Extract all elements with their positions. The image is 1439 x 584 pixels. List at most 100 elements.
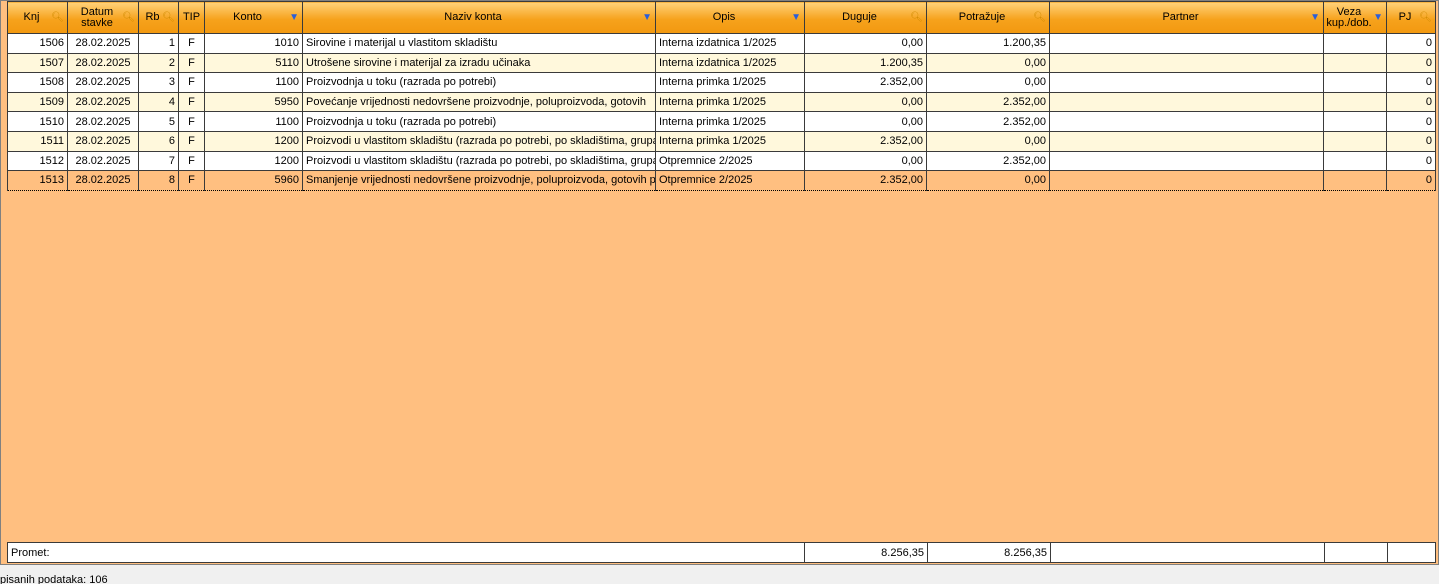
filter-icon[interactable]: ▼ <box>642 12 652 23</box>
cell-partner[interactable] <box>1049 150 1324 172</box>
cell-datum[interactable]: 28.02.2025 <box>67 130 139 152</box>
cell-tip[interactable]: F <box>178 91 205 113</box>
cell-konto[interactable]: 1100 <box>204 72 303 93</box>
cell-opis[interactable]: Interna primka 1/2025 <box>655 130 805 152</box>
cell-knj[interactable]: 1508 <box>7 72 68 93</box>
cell-duguje[interactable]: 2.352,00 <box>804 72 927 93</box>
cell-rb[interactable]: 5 <box>138 111 179 132</box>
table-row[interactable]: 1513 28.02.2025 8 F 5960 Smanjenje vrijednost… <box>7 170 1436 191</box>
cell-tip[interactable]: F <box>178 33 205 54</box>
cell-veza[interactable] <box>1323 111 1387 132</box>
cell-konto[interactable]: 1100 <box>204 111 303 132</box>
cell-potrazuje[interactable]: 0,00 <box>926 72 1050 93</box>
table-row[interactable]: 1510 28.02.2025 5 F 1100 Proizvodnja u toku (… <box>7 111 1436 132</box>
cell-datum[interactable]: 28.02.2025 <box>67 72 139 93</box>
cell-datum[interactable]: 28.02.2025 <box>67 33 139 54</box>
table-row[interactable]: 1506 28.02.2025 1 F 1010 Sirovine i materijal… <box>7 33 1436 54</box>
cell-partner[interactable] <box>1049 91 1324 113</box>
cell-naziv[interactable]: Proizvodnja u toku (razrada po potrebi) <box>302 111 656 132</box>
cell-potrazuje[interactable]: 0,00 <box>926 170 1050 191</box>
cell-pj[interactable]: 0 <box>1386 150 1436 172</box>
cell-veza[interactable] <box>1323 33 1387 54</box>
cell-knj[interactable]: 1512 <box>7 150 68 172</box>
filter-icon[interactable]: ▼ <box>1310 12 1320 23</box>
table-row[interactable]: 1509 28.02.2025 4 F 5950 Povećanje vrijednost… <box>7 91 1436 113</box>
cell-potrazuje[interactable]: 2.352,00 <box>926 91 1050 113</box>
cell-opis[interactable]: Interna izdatnica 1/2025 <box>655 52 805 74</box>
cell-knj[interactable]: 1506 <box>7 33 68 54</box>
cell-konto[interactable]: 5950 <box>204 91 303 113</box>
cell-naziv[interactable]: Proizvodi u vlastitom skladištu (razrada… <box>302 130 656 152</box>
cell-rb[interactable]: 1 <box>138 33 179 54</box>
col-header-naziv[interactable]: Naziv konta ▼ <box>302 1 656 34</box>
cell-datum[interactable]: 28.02.2025 <box>67 111 139 132</box>
cell-konto[interactable]: 1010 <box>204 33 303 54</box>
cell-rb[interactable]: 7 <box>138 150 179 172</box>
table-row[interactable]: 1511 28.02.2025 6 F 1200 Proizvodi u vlastito… <box>7 130 1436 152</box>
cell-konto[interactable]: 5960 <box>204 170 303 191</box>
cell-konto[interactable]: 1200 <box>204 130 303 152</box>
key-icon[interactable]: 🔍︎ <box>51 12 64 23</box>
col-header-partner[interactable]: Partner ▼ <box>1049 1 1324 34</box>
cell-rb[interactable]: 8 <box>138 170 179 191</box>
cell-tip[interactable]: F <box>178 111 205 132</box>
cell-tip[interactable]: F <box>178 72 205 93</box>
cell-duguje[interactable]: 0,00 <box>804 150 927 172</box>
cell-datum[interactable]: 28.02.2025 <box>67 170 139 191</box>
filter-icon[interactable]: ▼ <box>1373 12 1383 23</box>
cell-rb[interactable]: 2 <box>138 52 179 74</box>
col-header-tip[interactable]: TIP <box>178 1 205 34</box>
key-icon[interactable]: 🔍︎ <box>162 12 175 23</box>
ledger-grid[interactable]: Knj 🔍︎ Datum stavke 🔍︎ Rb 🔍︎ TIP Konto ▼ Nazi… <box>0 0 1439 565</box>
cell-partner[interactable] <box>1049 170 1324 191</box>
cell-opis[interactable]: Interna izdatnica 1/2025 <box>655 33 805 54</box>
cell-knj[interactable]: 1510 <box>7 111 68 132</box>
col-header-opis[interactable]: Opis ▼ <box>655 1 805 34</box>
cell-datum[interactable]: 28.02.2025 <box>67 150 139 172</box>
cell-potrazuje[interactable]: 2.352,00 <box>926 150 1050 172</box>
col-header-knj[interactable]: Knj 🔍︎ <box>7 1 68 34</box>
cell-konto[interactable]: 5110 <box>204 52 303 74</box>
cell-pj[interactable]: 0 <box>1386 111 1436 132</box>
cell-tip[interactable]: F <box>178 52 205 74</box>
cell-rb[interactable]: 3 <box>138 72 179 93</box>
cell-veza[interactable] <box>1323 150 1387 172</box>
cell-konto[interactable]: 1200 <box>204 150 303 172</box>
cell-opis[interactable]: Interna primka 1/2025 <box>655 91 805 113</box>
cell-knj[interactable]: 1509 <box>7 91 68 113</box>
cell-opis[interactable]: Otpremnice 2/2025 <box>655 150 805 172</box>
cell-rb[interactable]: 6 <box>138 130 179 152</box>
cell-pj[interactable]: 0 <box>1386 72 1436 93</box>
col-header-veza[interactable]: Veza kup./dob. ▼ <box>1323 1 1387 34</box>
cell-partner[interactable] <box>1049 72 1324 93</box>
cell-pj[interactable]: 0 <box>1386 33 1436 54</box>
cell-duguje[interactable]: 1.200,35 <box>804 52 927 74</box>
cell-naziv[interactable]: Proizvodi u vlastitom skladištu (razrada… <box>302 150 656 172</box>
filter-icon[interactable]: ▼ <box>791 12 801 23</box>
cell-duguje[interactable]: 0,00 <box>804 33 927 54</box>
cell-pj[interactable]: 0 <box>1386 130 1436 152</box>
cell-duguje[interactable]: 2.352,00 <box>804 130 927 152</box>
table-row[interactable]: 1512 28.02.2025 7 F 1200 Proizvodi u vlastito… <box>7 150 1436 172</box>
cell-knj[interactable]: 1511 <box>7 130 68 152</box>
col-header-potrazuje[interactable]: Potražuje 🔍︎ <box>926 1 1050 34</box>
filter-icon[interactable]: ▼ <box>289 12 299 23</box>
cell-pj[interactable]: 0 <box>1386 91 1436 113</box>
table-row[interactable]: 1508 28.02.2025 3 F 1100 Proizvodnja u toku (… <box>7 72 1436 93</box>
cell-veza[interactable] <box>1323 91 1387 113</box>
cell-naziv[interactable]: Smanjenje vrijednosti nedovršene proizvo… <box>302 170 656 191</box>
key-icon[interactable]: 🔍︎ <box>1033 12 1046 23</box>
cell-potrazuje[interactable]: 0,00 <box>926 130 1050 152</box>
cell-datum[interactable]: 28.02.2025 <box>67 52 139 74</box>
cell-knj[interactable]: 1513 <box>7 170 68 191</box>
cell-knj[interactable]: 1507 <box>7 52 68 74</box>
cell-partner[interactable] <box>1049 130 1324 152</box>
table-row[interactable]: 1507 28.02.2025 2 F 5110 Utrošene sirovine i … <box>7 52 1436 74</box>
cell-potrazuje[interactable]: 1.200,35 <box>926 33 1050 54</box>
cell-opis[interactable]: Otpremnice 2/2025 <box>655 170 805 191</box>
cell-partner[interactable] <box>1049 111 1324 132</box>
col-header-datum[interactable]: Datum stavke 🔍︎ <box>67 1 139 34</box>
cell-veza[interactable] <box>1323 130 1387 152</box>
col-header-pj[interactable]: PJ 🔍︎ <box>1386 1 1436 34</box>
col-header-duguje[interactable]: Duguje 🔍︎ <box>804 1 927 34</box>
